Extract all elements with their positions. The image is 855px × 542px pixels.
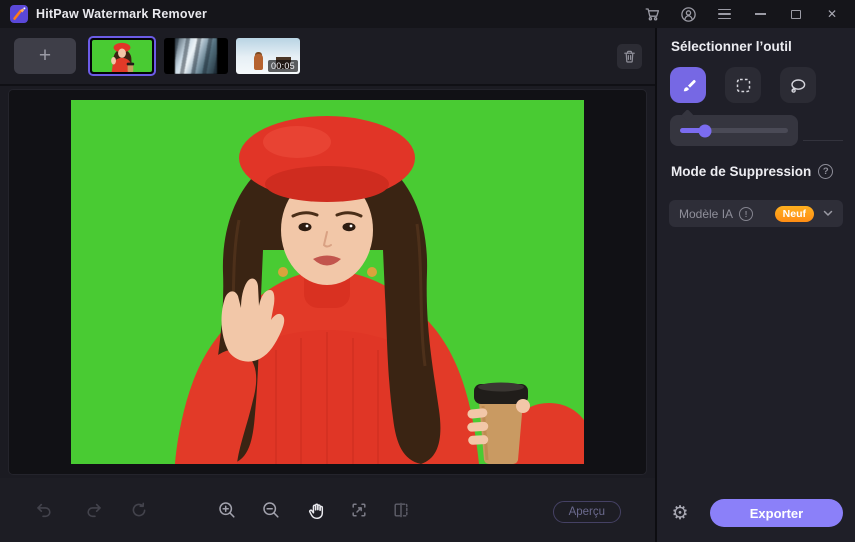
undo-button[interactable] xyxy=(34,500,54,520)
window-title: HitPaw Watermark Remover xyxy=(36,7,208,21)
titlebar-left: HitPaw Watermark Remover xyxy=(10,5,207,23)
mode-section-title: Mode de Suppression xyxy=(671,164,812,179)
thumbnail-2[interactable] xyxy=(164,38,228,74)
zoom-in-button[interactable] xyxy=(217,500,237,520)
maximize-icon xyxy=(791,9,801,19)
redo-button[interactable] xyxy=(84,500,104,520)
titlebar-controls: ✕ xyxy=(639,3,845,25)
brush-size-panel xyxy=(670,115,798,146)
brush-size-thumb[interactable] xyxy=(698,124,712,137)
account-button[interactable] xyxy=(675,3,701,25)
trash-icon xyxy=(624,50,635,63)
redo-icon xyxy=(87,503,101,518)
preview-button[interactable]: Aperçu xyxy=(552,501,621,523)
maximize-button[interactable] xyxy=(783,3,809,25)
section-divider xyxy=(803,140,843,141)
minimize-icon xyxy=(754,13,766,15)
delete-button[interactable] xyxy=(617,43,642,69)
brush-icon xyxy=(683,79,696,91)
cart-icon xyxy=(645,8,659,21)
menu-button[interactable] xyxy=(711,3,737,25)
chevron-down-icon xyxy=(823,210,833,216)
plus-icon: + xyxy=(38,43,52,67)
brush-size-slider[interactable] xyxy=(680,124,788,137)
minimize-button[interactable] xyxy=(747,3,773,25)
thumbnail-2-preview xyxy=(175,38,217,74)
zoom-in-icon xyxy=(219,502,235,518)
sidebar-footer: ⚙ Exporter xyxy=(667,499,843,527)
brush-tool-button[interactable] xyxy=(670,67,706,103)
new-badge: Neuf xyxy=(774,205,814,222)
lasso-tool-button[interactable] xyxy=(780,67,816,103)
thumbnail-selected-preview xyxy=(92,40,152,72)
tool-buttons xyxy=(670,67,816,103)
marquee-icon xyxy=(736,78,750,92)
reset-icon xyxy=(132,502,146,517)
marquee-tool-button[interactable] xyxy=(725,67,761,103)
thumbnail-3[interactable]: 00:05 xyxy=(236,38,300,74)
zoom-out-button[interactable] xyxy=(261,500,281,520)
compare-view-button[interactable] xyxy=(391,500,411,520)
mode-section-header: Mode de Suppression ? xyxy=(671,164,834,179)
app-window: HitPaw Watermark Remover ✕ + 00:05 Aperç… xyxy=(0,0,855,542)
export-button[interactable]: Exporter xyxy=(710,499,843,527)
green-screen-photo[interactable] xyxy=(71,100,584,464)
account-icon xyxy=(680,6,696,22)
close-button[interactable]: ✕ xyxy=(819,3,845,25)
zoom-out-icon xyxy=(263,502,279,518)
fit-screen-icon xyxy=(352,503,366,517)
fit-screen-button[interactable] xyxy=(349,500,369,520)
add-file-button[interactable]: + xyxy=(14,38,76,74)
hand-icon xyxy=(308,502,323,519)
canvas-area xyxy=(0,86,655,478)
settings-button[interactable]: ⚙ xyxy=(667,500,693,526)
sidebar: Sélectionner l’outil Mode de Suppression… xyxy=(655,28,855,542)
reset-button[interactable] xyxy=(129,500,149,520)
thumbnail-selected[interactable] xyxy=(88,36,156,76)
lasso-icon xyxy=(791,78,806,93)
undo-icon xyxy=(37,503,51,518)
help-icon[interactable]: ? xyxy=(818,164,834,179)
menu-icon xyxy=(717,8,731,20)
canvas-frame xyxy=(8,89,647,475)
compare-view-icon xyxy=(394,502,408,518)
app-logo-icon xyxy=(10,5,28,23)
video-duration-badge: 00:05 xyxy=(267,60,298,72)
tool-section-title: Sélectionner l’outil xyxy=(671,39,792,54)
editor-panel: + 00:05 Aperçu xyxy=(0,28,655,542)
cart-button[interactable] xyxy=(639,3,665,25)
ai-model-dropdown[interactable]: Modèle IA ! Neuf xyxy=(669,200,843,227)
bottom-toolbar: Aperçu xyxy=(0,478,655,542)
main-content: + 00:05 Aperçu Sélectionner l’outil Mode… xyxy=(0,28,855,542)
ai-model-label: Modèle IA xyxy=(679,206,734,221)
info-icon: ! xyxy=(739,206,754,221)
hand-tool-button[interactable] xyxy=(306,500,326,520)
thumbnail-bar: + 00:05 xyxy=(0,28,655,86)
gear-icon: ⚙ xyxy=(671,502,689,524)
titlebar: HitPaw Watermark Remover ✕ xyxy=(0,0,855,28)
close-icon: ✕ xyxy=(826,7,838,21)
